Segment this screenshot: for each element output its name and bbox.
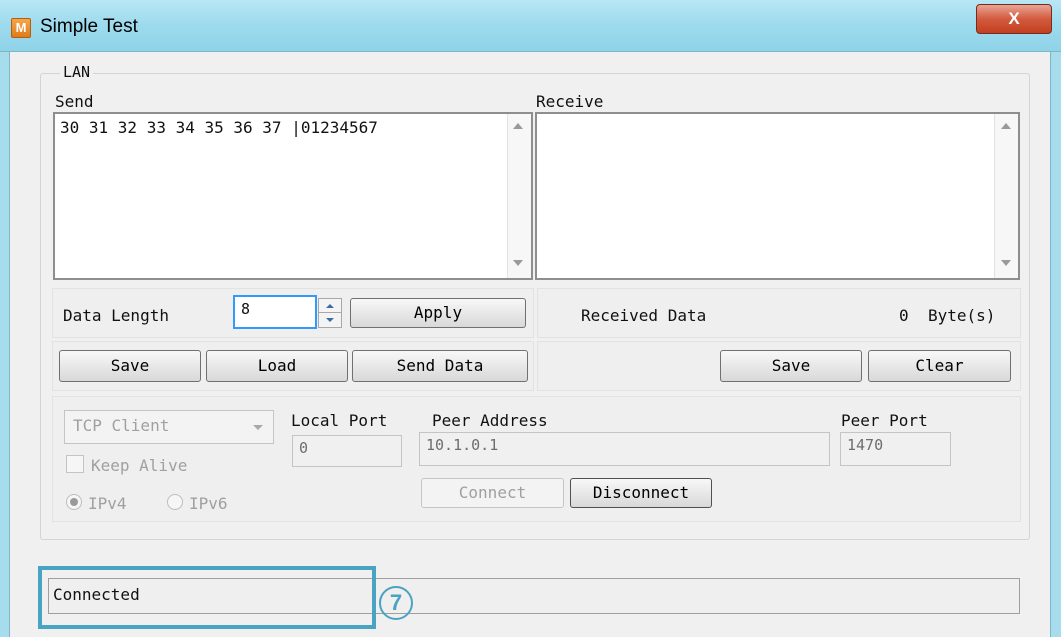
receive-textarea[interactable] <box>535 112 1020 280</box>
ipv4-radio-dot <box>70 498 78 506</box>
send-scrollbar[interactable] <box>507 114 531 278</box>
send-save-button[interactable]: Save <box>59 350 201 382</box>
received-data-label: Received Data <box>581 306 707 325</box>
apply-button[interactable]: Apply <box>350 298 526 328</box>
connect-button: Connect <box>421 478 564 508</box>
disconnect-button[interactable]: Disconnect <box>570 478 712 508</box>
scroll-down-arrow-icon[interactable] <box>1001 260 1011 266</box>
title-bar <box>0 0 1061 52</box>
data-length-spinner[interactable] <box>318 298 342 328</box>
ipv4-radio <box>66 494 82 510</box>
peer-port-input: 1470 <box>840 432 951 466</box>
window-title: Simple Test <box>40 16 138 37</box>
mode-combo: TCP Client <box>64 410 274 444</box>
status-highlight-box <box>38 566 376 629</box>
send-textarea[interactable]: 30 31 32 33 34 35 36 37 |01234567 <box>53 112 533 280</box>
close-button[interactable]: X <box>976 4 1052 34</box>
send-text: 30 31 32 33 34 35 36 37 |01234567 <box>60 118 378 137</box>
load-button[interactable]: Load <box>206 350 348 382</box>
received-count: 0 <box>899 306 909 325</box>
local-port-input: 0 <box>292 435 402 467</box>
keep-alive-checkbox <box>66 455 84 473</box>
ipv6-label: IPv6 <box>189 494 228 513</box>
combo-dropdown-icon <box>253 425 263 430</box>
send-data-button[interactable]: Send Data <box>352 350 528 382</box>
data-length-label: Data Length <box>63 306 169 325</box>
receive-label: Receive <box>536 92 604 111</box>
ipv6-radio <box>167 494 183 510</box>
lan-group-label: LAN <box>60 63 94 81</box>
peer-address-input: 10.1.0.1 <box>419 432 830 466</box>
scroll-down-arrow-icon[interactable] <box>513 260 523 266</box>
clear-button[interactable]: Clear <box>868 350 1011 382</box>
callout-badge-icon: 7 <box>379 586 413 620</box>
spinner-up-icon[interactable] <box>319 299 341 313</box>
local-port-label: Local Port <box>291 411 388 430</box>
scroll-up-arrow-icon[interactable] <box>1001 123 1011 129</box>
window-frame-left <box>0 52 10 637</box>
keep-alive-label: Keep Alive <box>91 456 188 475</box>
data-length-input[interactable]: 8 <box>233 295 317 329</box>
peer-address-label: Peer Address <box>432 411 548 430</box>
window-frame-right <box>1050 52 1061 637</box>
peer-port-label: Peer Port <box>841 411 928 430</box>
app-icon: M <box>11 18 31 38</box>
receive-save-button[interactable]: Save <box>720 350 862 382</box>
ipv4-label: IPv4 <box>88 494 127 513</box>
received-unit: Byte(s) <box>928 306 996 325</box>
close-icon: X <box>1008 9 1020 28</box>
scroll-up-arrow-icon[interactable] <box>513 123 523 129</box>
receive-scrollbar[interactable] <box>994 114 1018 278</box>
send-label: Send <box>55 92 94 111</box>
spinner-down-icon[interactable] <box>319 313 341 327</box>
